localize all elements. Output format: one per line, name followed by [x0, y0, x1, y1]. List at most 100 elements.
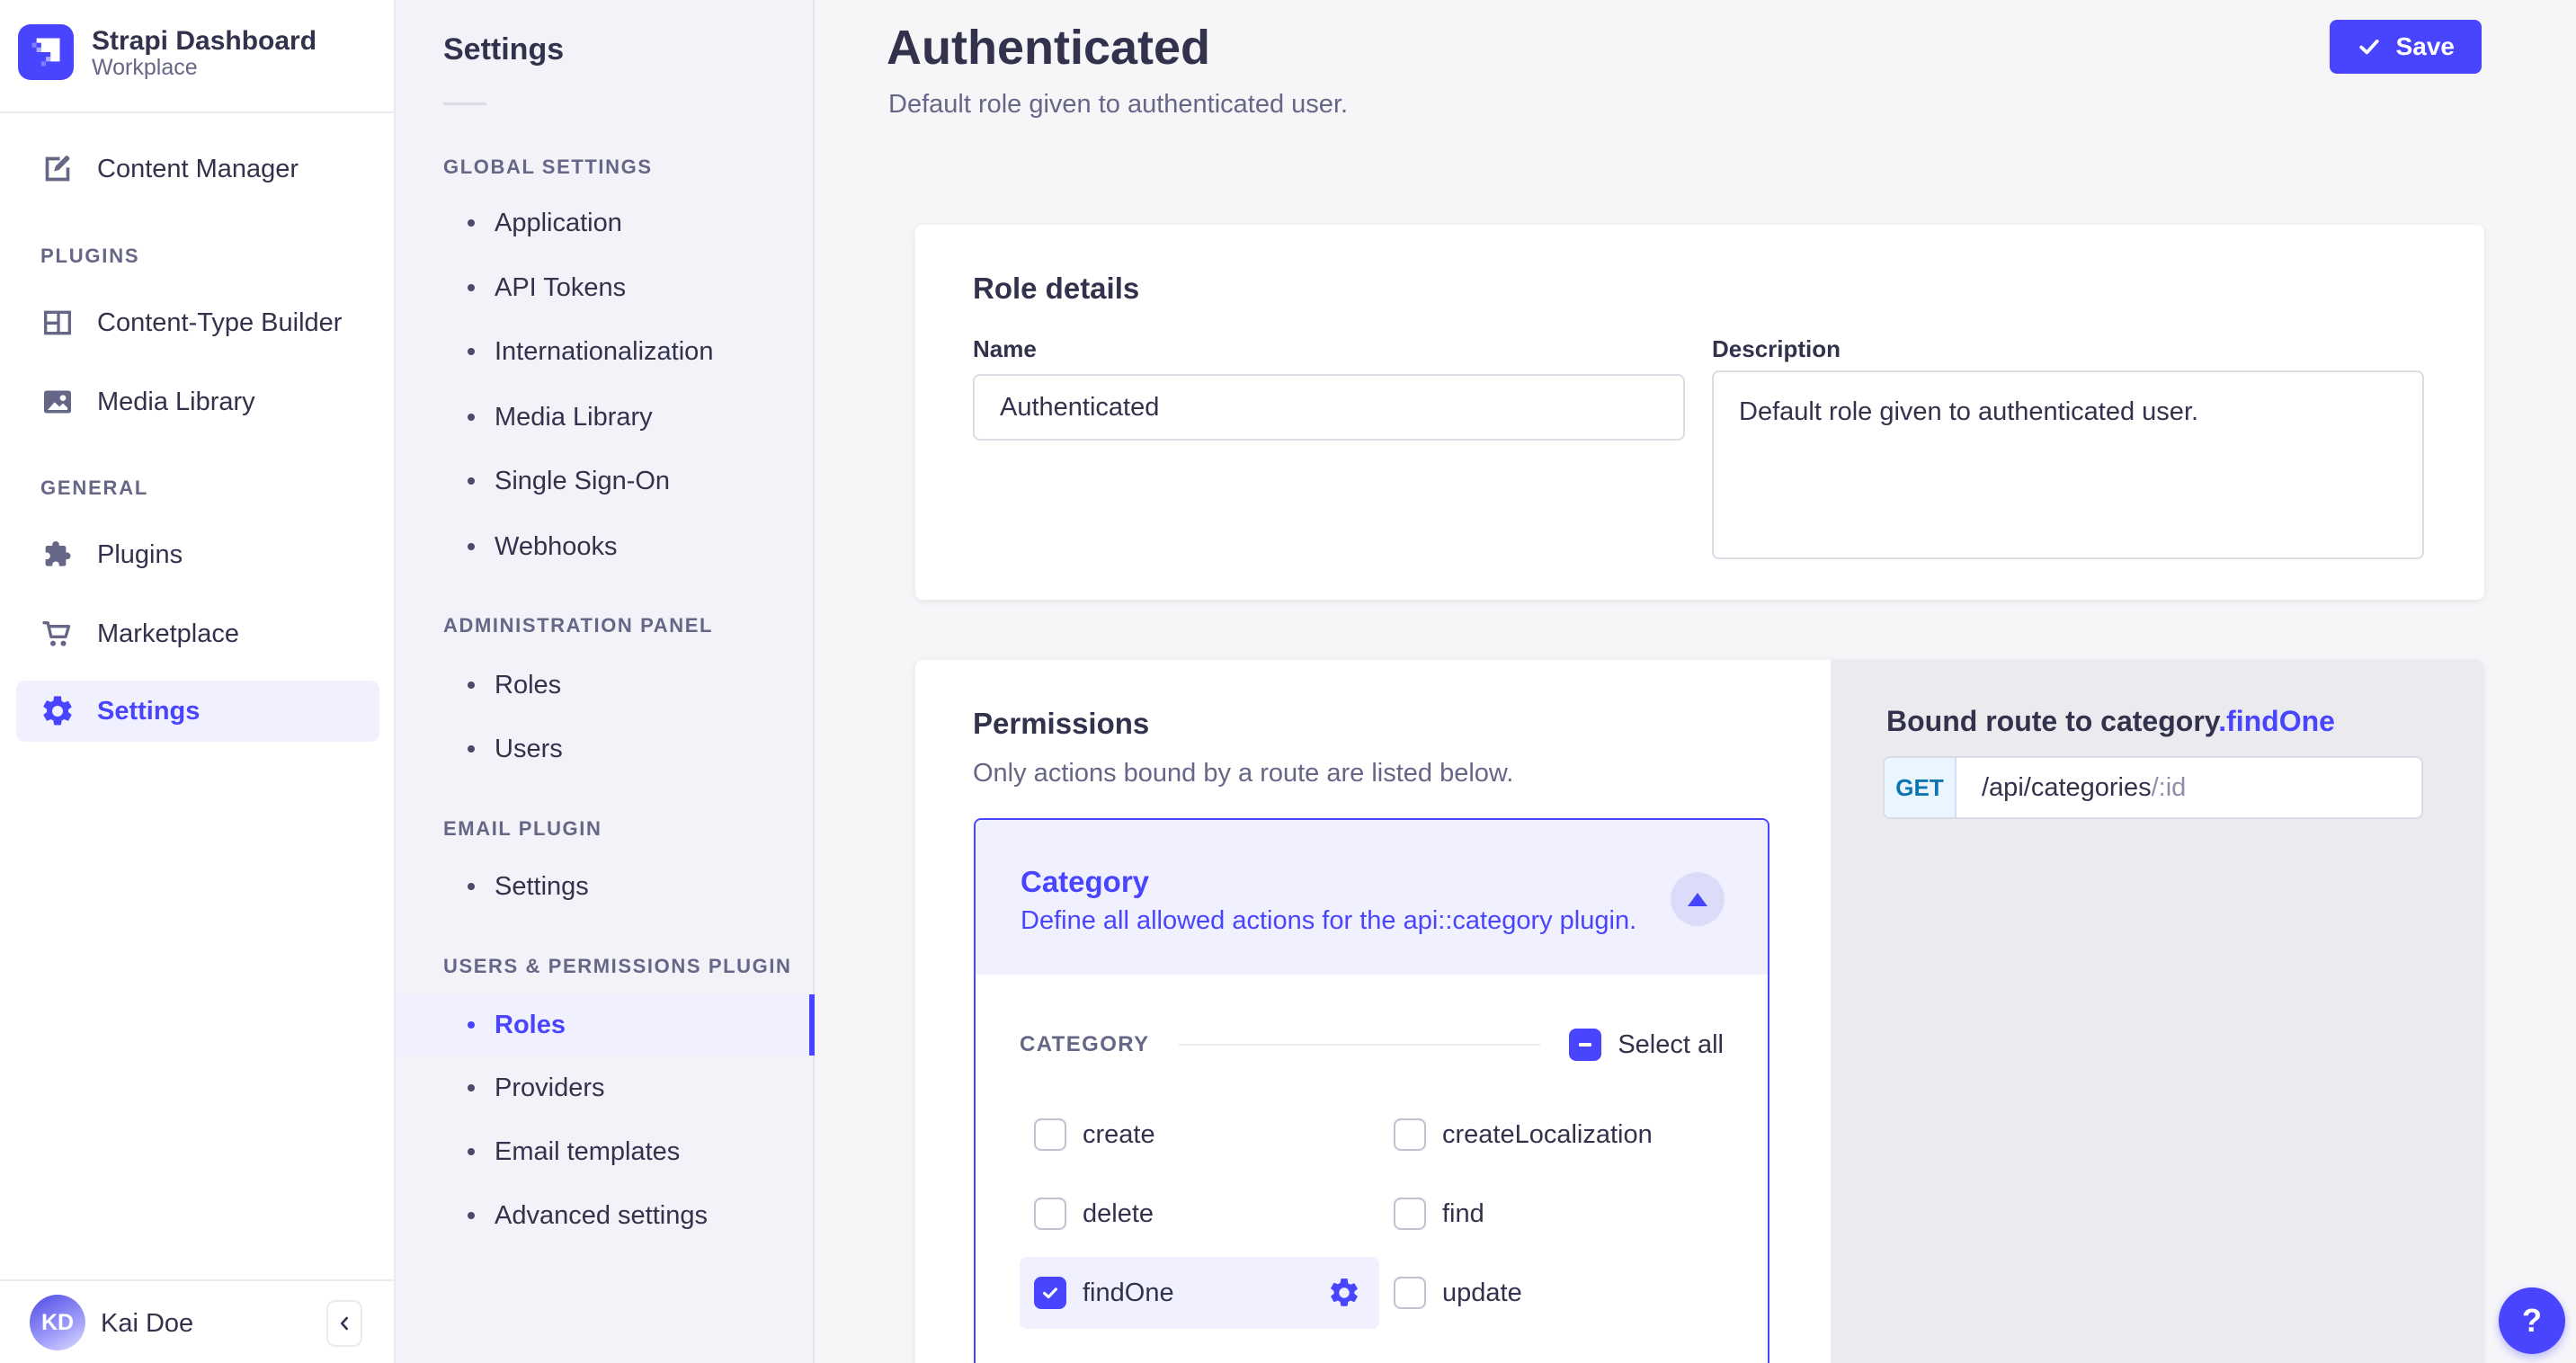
description-field[interactable]: Default role given to authenticated user… — [1712, 370, 2424, 559]
name-label: Name — [973, 334, 1037, 363]
workspace-name: Workplace — [92, 55, 198, 81]
bullet-icon — [468, 414, 475, 421]
subnav-item-webhooks[interactable]: Webhooks — [396, 521, 815, 572]
nav-item-settings[interactable]: Settings — [16, 681, 379, 742]
role-details-card: Role details Name Description Default ro… — [915, 225, 2484, 600]
bullet-icon — [468, 477, 475, 485]
subnav-section-global-settings: GLOBAL SETTINGS — [443, 153, 653, 182]
find-checkbox[interactable] — [1394, 1198, 1426, 1230]
bullet-icon — [468, 1084, 475, 1091]
bullet-icon — [468, 219, 475, 227]
nav-item-media-library[interactable]: Media Library — [16, 370, 379, 434]
http-method-badge: GET — [1885, 758, 1957, 817]
check-icon — [1040, 1283, 1060, 1303]
cart-icon — [40, 616, 76, 652]
select-all-label: Select all — [1618, 1030, 1724, 1060]
subnav-item-email-settings[interactable]: Settings — [396, 861, 815, 912]
subnav-item-label: Users — [495, 735, 563, 764]
avatar[interactable]: KD — [30, 1295, 85, 1350]
subnav-item-application[interactable]: Application — [396, 198, 815, 248]
update-checkbox[interactable] — [1394, 1277, 1426, 1309]
subnav-item-internationalization[interactable]: Internationalization — [396, 326, 815, 377]
nav-section-plugins: PLUGINS — [40, 243, 139, 270]
name-field[interactable] — [973, 374, 1685, 441]
divider — [1179, 1044, 1541, 1046]
subnav-section-administration-panel: ADMINISTRATION PANEL — [443, 611, 713, 640]
user-name: Kai Doe — [101, 1291, 193, 1356]
subnav-item-single-sign-on[interactable]: Single Sign-On — [396, 456, 815, 506]
chevron-left-icon — [333, 1312, 356, 1335]
bound-route-title: Bound route to category.findOne — [1886, 705, 2335, 738]
collapse-accordion-button[interactable] — [1671, 872, 1725, 926]
create-checkbox[interactable] — [1034, 1118, 1066, 1151]
subnav-item-label: Application — [495, 209, 622, 238]
createLocalization-checkbox[interactable] — [1394, 1118, 1426, 1151]
permission-createLocalization: createLocalization — [1379, 1099, 1739, 1171]
nav-item-content-manager[interactable]: Content Manager — [16, 137, 379, 201]
subnav-item-label: Single Sign-On — [495, 467, 670, 496]
check-icon — [2357, 34, 2382, 59]
select-all-checkbox[interactable] — [1569, 1029, 1601, 1061]
category-accordion-header[interactable]: Category Define all allowed actions for … — [976, 820, 1768, 975]
delete-checkbox[interactable] — [1034, 1198, 1066, 1230]
category-group-row: CATEGORY Select all — [1020, 1029, 1724, 1061]
subnav-item-media-library[interactable]: Media Library — [396, 392, 815, 442]
subnav-item-providers[interactable]: Providers — [396, 1063, 815, 1113]
page-title: Authenticated — [887, 20, 1210, 76]
nav-item-label: Marketplace — [97, 619, 239, 649]
avatar-initials: KD — [41, 1310, 74, 1336]
permission-find: find — [1379, 1178, 1739, 1250]
subnav-item-label: Roles — [495, 671, 561, 700]
findOne-checkbox[interactable] — [1034, 1277, 1066, 1309]
nav-item-label: Content Manager — [97, 155, 299, 184]
main-content: Authenticated Default role given to auth… — [815, 0, 2576, 1363]
help-button[interactable]: ? — [2499, 1287, 2565, 1354]
layout-grid-icon — [40, 305, 76, 341]
subnav-item-label: API Tokens — [495, 273, 626, 303]
permission-delete: delete — [1020, 1178, 1379, 1250]
subnav-section-users-permissions-plugin: USERS & PERMISSIONS PLUGIN — [443, 952, 792, 981]
subnav-item-label: Settings — [495, 872, 589, 902]
divider — [0, 1279, 394, 1281]
bound-route-title-text: Bound route to category — [1886, 705, 2218, 737]
bullet-icon — [468, 1148, 475, 1155]
subnav-item-label: Providers — [495, 1073, 605, 1103]
save-button[interactable]: Save — [2330, 20, 2482, 74]
checkbox-label: find — [1442, 1199, 1484, 1229]
category-accordion: Category Define all allowed actions for … — [974, 818, 1769, 1363]
subnav-item-label: Webhooks — [495, 532, 618, 562]
nav-item-marketplace[interactable]: Marketplace — [16, 601, 379, 666]
nav-item-label: Media Library — [97, 388, 255, 417]
checkbox-label: createLocalization — [1442, 1120, 1653, 1150]
save-button-label: Save — [2396, 32, 2455, 61]
nav-item-label: Plugins — [97, 540, 183, 570]
nav-item-plugins[interactable]: Plugins — [16, 522, 379, 587]
bullet-icon — [468, 1212, 475, 1219]
chevron-up-icon — [1688, 893, 1707, 906]
page-subtitle: Default role given to authenticated user… — [888, 90, 1348, 120]
nav-section-general: GENERAL — [40, 475, 148, 502]
nav-item-content-type-builder[interactable]: Content-Type Builder — [16, 290, 379, 355]
permissions-subtitle: Only actions bound by a route are listed… — [973, 759, 1513, 788]
collapse-sidebar-button[interactable] — [326, 1300, 362, 1347]
bullet-icon — [468, 1021, 475, 1029]
subnav-item-label: Roles — [495, 1011, 566, 1040]
settings-subnav: Settings GLOBAL SETTINGS Application API… — [396, 0, 815, 1363]
subnav-item-up-roles[interactable]: Roles — [396, 994, 815, 1056]
subnav-item-api-tokens[interactable]: API Tokens — [396, 263, 815, 313]
bullet-icon — [468, 682, 475, 689]
subnav-title: Settings — [443, 32, 564, 67]
question-mark-icon: ? — [2522, 1302, 2542, 1340]
permissions-panel: Permissions Only actions bound by a rout… — [915, 660, 1831, 1363]
subnav-item-admin-roles[interactable]: Roles — [396, 660, 815, 710]
subnav-item-advanced-settings[interactable]: Advanced settings — [396, 1190, 815, 1241]
role-details-title: Role details — [973, 272, 1139, 306]
subnav-item-admin-users[interactable]: Users — [396, 724, 815, 774]
bullet-icon — [468, 348, 475, 355]
bullet-icon — [468, 883, 475, 890]
strapi-logo-icon — [18, 24, 74, 80]
advanced-settings-gear-icon[interactable] — [1327, 1276, 1361, 1310]
checkbox-label: create — [1083, 1120, 1155, 1150]
brand[interactable]: Strapi Dashboard Workplace — [0, 0, 394, 113]
subnav-item-email-templates[interactable]: Email templates — [396, 1127, 815, 1177]
